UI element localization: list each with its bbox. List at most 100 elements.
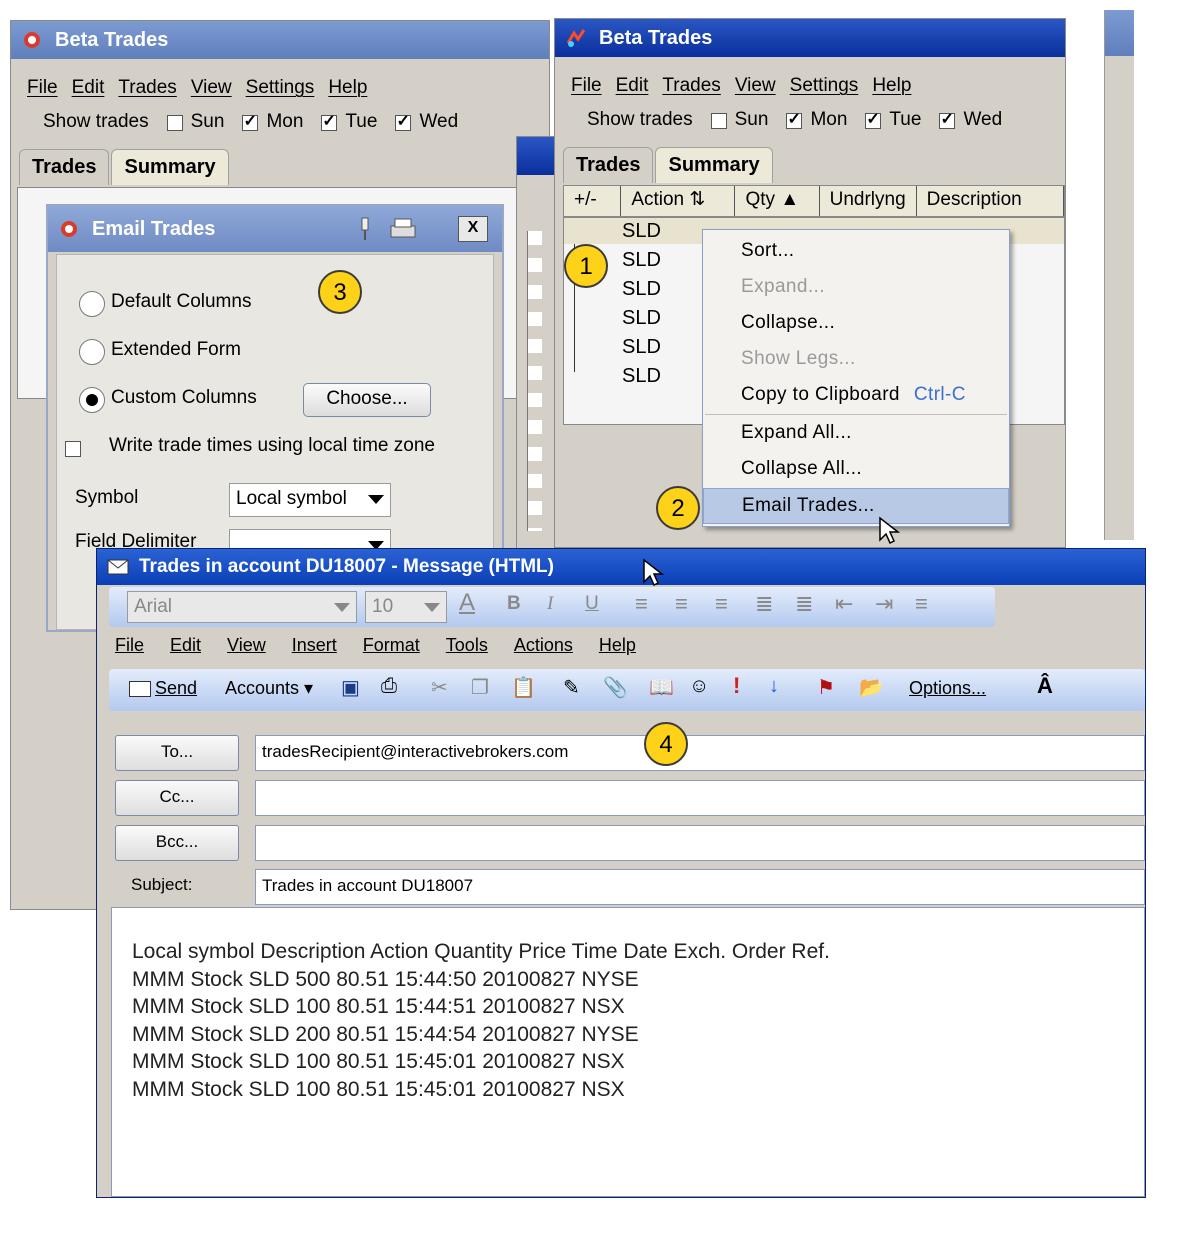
col-description[interactable]: Description bbox=[917, 186, 1064, 216]
menu-help[interactable]: Help bbox=[328, 77, 367, 99]
high-importance-icon[interactable]: ! bbox=[733, 673, 740, 699]
menu-help[interactable]: Help bbox=[599, 635, 636, 656]
default-columns-label: Default Columns bbox=[111, 291, 252, 312]
address-book-icon[interactable]: 📖 bbox=[649, 675, 674, 700]
menu-edit[interactable]: Edit bbox=[616, 75, 649, 97]
increase-indent-icon[interactable]: ⇥ bbox=[875, 591, 893, 617]
cut-icon[interactable]: ✂ bbox=[431, 675, 448, 700]
menu-view[interactable]: View bbox=[191, 77, 232, 99]
bold-icon[interactable]: B bbox=[507, 593, 521, 615]
col-qty[interactable]: Qty ▲ bbox=[735, 186, 820, 216]
decrease-indent-icon[interactable]: ⇤ bbox=[835, 591, 853, 617]
send-button[interactable]: Send bbox=[129, 678, 197, 699]
align-center-icon[interactable]: ≡ bbox=[675, 591, 688, 617]
accounts-button[interactable]: Accounts ▾ bbox=[225, 678, 313, 699]
wed-checkbox[interactable] bbox=[395, 111, 412, 131]
cc-button[interactable]: Cc... bbox=[115, 780, 239, 816]
symbol-select[interactable]: Local symbol bbox=[229, 483, 391, 517]
menu-file[interactable]: File bbox=[27, 77, 58, 99]
mon-checkbox[interactable] bbox=[786, 109, 803, 129]
menu-view[interactable]: View bbox=[735, 75, 776, 97]
font-size-select[interactable]: 10 bbox=[365, 591, 447, 623]
radio-custom-columns[interactable] bbox=[79, 387, 105, 413]
signature-icon[interactable]: ✎ bbox=[563, 675, 580, 700]
low-importance-icon[interactable]: ↓ bbox=[769, 675, 779, 698]
menu-item-expand-all[interactable]: Expand All... bbox=[703, 416, 1009, 450]
local-time-checkbox[interactable] bbox=[65, 441, 81, 457]
mon-checkbox[interactable] bbox=[242, 111, 259, 131]
font-color-icon[interactable]: A bbox=[459, 589, 475, 617]
radio-extended-form[interactable] bbox=[79, 339, 105, 365]
numbering-icon[interactable]: ≣ bbox=[795, 591, 813, 617]
to-button[interactable]: To... bbox=[115, 735, 239, 771]
save-icon[interactable]: ▣ bbox=[341, 675, 360, 700]
close-button[interactable]: X bbox=[458, 216, 488, 242]
front-window-titlebar[interactable]: Beta Trades bbox=[555, 19, 1065, 57]
menu-item-email-trades[interactable]: Email Trades... bbox=[703, 488, 1009, 524]
menu-edit[interactable]: Edit bbox=[170, 635, 201, 656]
col-expand[interactable]: +/- bbox=[564, 186, 622, 216]
line-spacing-icon[interactable]: ≡ bbox=[915, 591, 928, 617]
choose-button[interactable]: Choose... bbox=[303, 383, 431, 417]
menu-item-expand: Expand... bbox=[741, 276, 825, 297]
menu-file[interactable]: File bbox=[571, 75, 602, 97]
tab-trades[interactable]: Trades bbox=[19, 149, 110, 185]
message-body[interactable]: Local symbol Description Action Quantity… bbox=[111, 907, 1145, 1197]
paste-icon[interactable]: 📋 bbox=[511, 675, 536, 700]
envelope-icon bbox=[107, 559, 129, 575]
menu-format[interactable]: Format bbox=[363, 635, 420, 656]
menu-item-copy[interactable]: Copy to Clipboard Ctrl-C bbox=[703, 378, 1009, 412]
pin-icon[interactable] bbox=[358, 216, 372, 242]
app-icon bbox=[61, 221, 77, 237]
menu-settings[interactable]: Settings bbox=[246, 77, 315, 99]
message-titlebar[interactable]: Trades in account DU18007 - Message (HTM… bbox=[97, 549, 1145, 585]
font-size-icon[interactable]: Â bbox=[1037, 673, 1053, 699]
tab-summary[interactable]: Summary bbox=[655, 147, 773, 183]
menu-settings[interactable]: Settings bbox=[790, 75, 859, 97]
wed-label: Wed bbox=[963, 109, 1003, 130]
cc-field[interactable] bbox=[255, 780, 1145, 816]
sun-checkbox[interactable] bbox=[166, 115, 183, 131]
attach-icon[interactable]: 📎 bbox=[603, 675, 628, 700]
options-button[interactable]: Options... bbox=[909, 678, 986, 699]
menu-trades[interactable]: Trades bbox=[662, 75, 720, 97]
menu-help[interactable]: Help bbox=[872, 75, 911, 97]
tab-trades[interactable]: Trades bbox=[563, 147, 654, 183]
bullets-icon[interactable]: ≣ bbox=[755, 591, 773, 617]
menu-file[interactable]: File bbox=[115, 635, 144, 656]
menu-item-sort[interactable]: Sort... bbox=[703, 234, 1009, 268]
print-icon[interactable]: ⎙ bbox=[381, 675, 397, 698]
check-names-icon[interactable]: ☺ bbox=[689, 675, 709, 698]
email-dialog-titlebar[interactable]: Email Trades X bbox=[48, 206, 502, 252]
font-name-select[interactable]: Arial bbox=[127, 591, 357, 623]
folder-icon[interactable]: 📂 bbox=[859, 675, 884, 700]
menu-item-collapse-all[interactable]: Collapse All... bbox=[703, 452, 1009, 486]
align-left-icon[interactable]: ≡ bbox=[635, 591, 648, 617]
underline-icon[interactable]: U bbox=[585, 593, 599, 615]
print-icon[interactable] bbox=[388, 216, 418, 242]
col-underlying[interactable]: Undrlyng bbox=[820, 186, 917, 216]
tue-checkbox[interactable] bbox=[865, 109, 882, 129]
col-action[interactable]: Action ⇅ bbox=[621, 186, 736, 216]
menu-edit[interactable]: Edit bbox=[72, 77, 105, 99]
italic-icon[interactable]: I bbox=[547, 593, 553, 615]
bcc-field[interactable] bbox=[255, 825, 1145, 861]
subject-field[interactable]: Trades in account DU18007 bbox=[255, 869, 1145, 905]
bcc-button[interactable]: Bcc... bbox=[115, 825, 239, 861]
sun-checkbox[interactable] bbox=[710, 113, 727, 129]
back-window-titlebar[interactable]: Beta Trades bbox=[11, 21, 549, 59]
menu-item-collapse[interactable]: Collapse... bbox=[703, 306, 1009, 340]
wed-checkbox[interactable] bbox=[939, 109, 956, 129]
tab-summary[interactable]: Summary bbox=[111, 149, 229, 185]
to-field[interactable]: tradesRecipient@interactivebrokers.com bbox=[255, 735, 1145, 771]
menu-tools[interactable]: Tools bbox=[446, 635, 488, 656]
flag-icon[interactable]: ⚑ bbox=[817, 675, 835, 700]
menu-trades[interactable]: Trades bbox=[118, 77, 176, 99]
tue-checkbox[interactable] bbox=[321, 111, 338, 131]
menu-insert[interactable]: Insert bbox=[292, 635, 337, 656]
align-right-icon[interactable]: ≡ bbox=[715, 591, 728, 617]
copy-icon[interactable]: ❐ bbox=[471, 675, 489, 700]
radio-default-columns[interactable] bbox=[79, 291, 105, 317]
menu-view[interactable]: View bbox=[227, 635, 266, 656]
menu-actions[interactable]: Actions bbox=[514, 635, 573, 656]
